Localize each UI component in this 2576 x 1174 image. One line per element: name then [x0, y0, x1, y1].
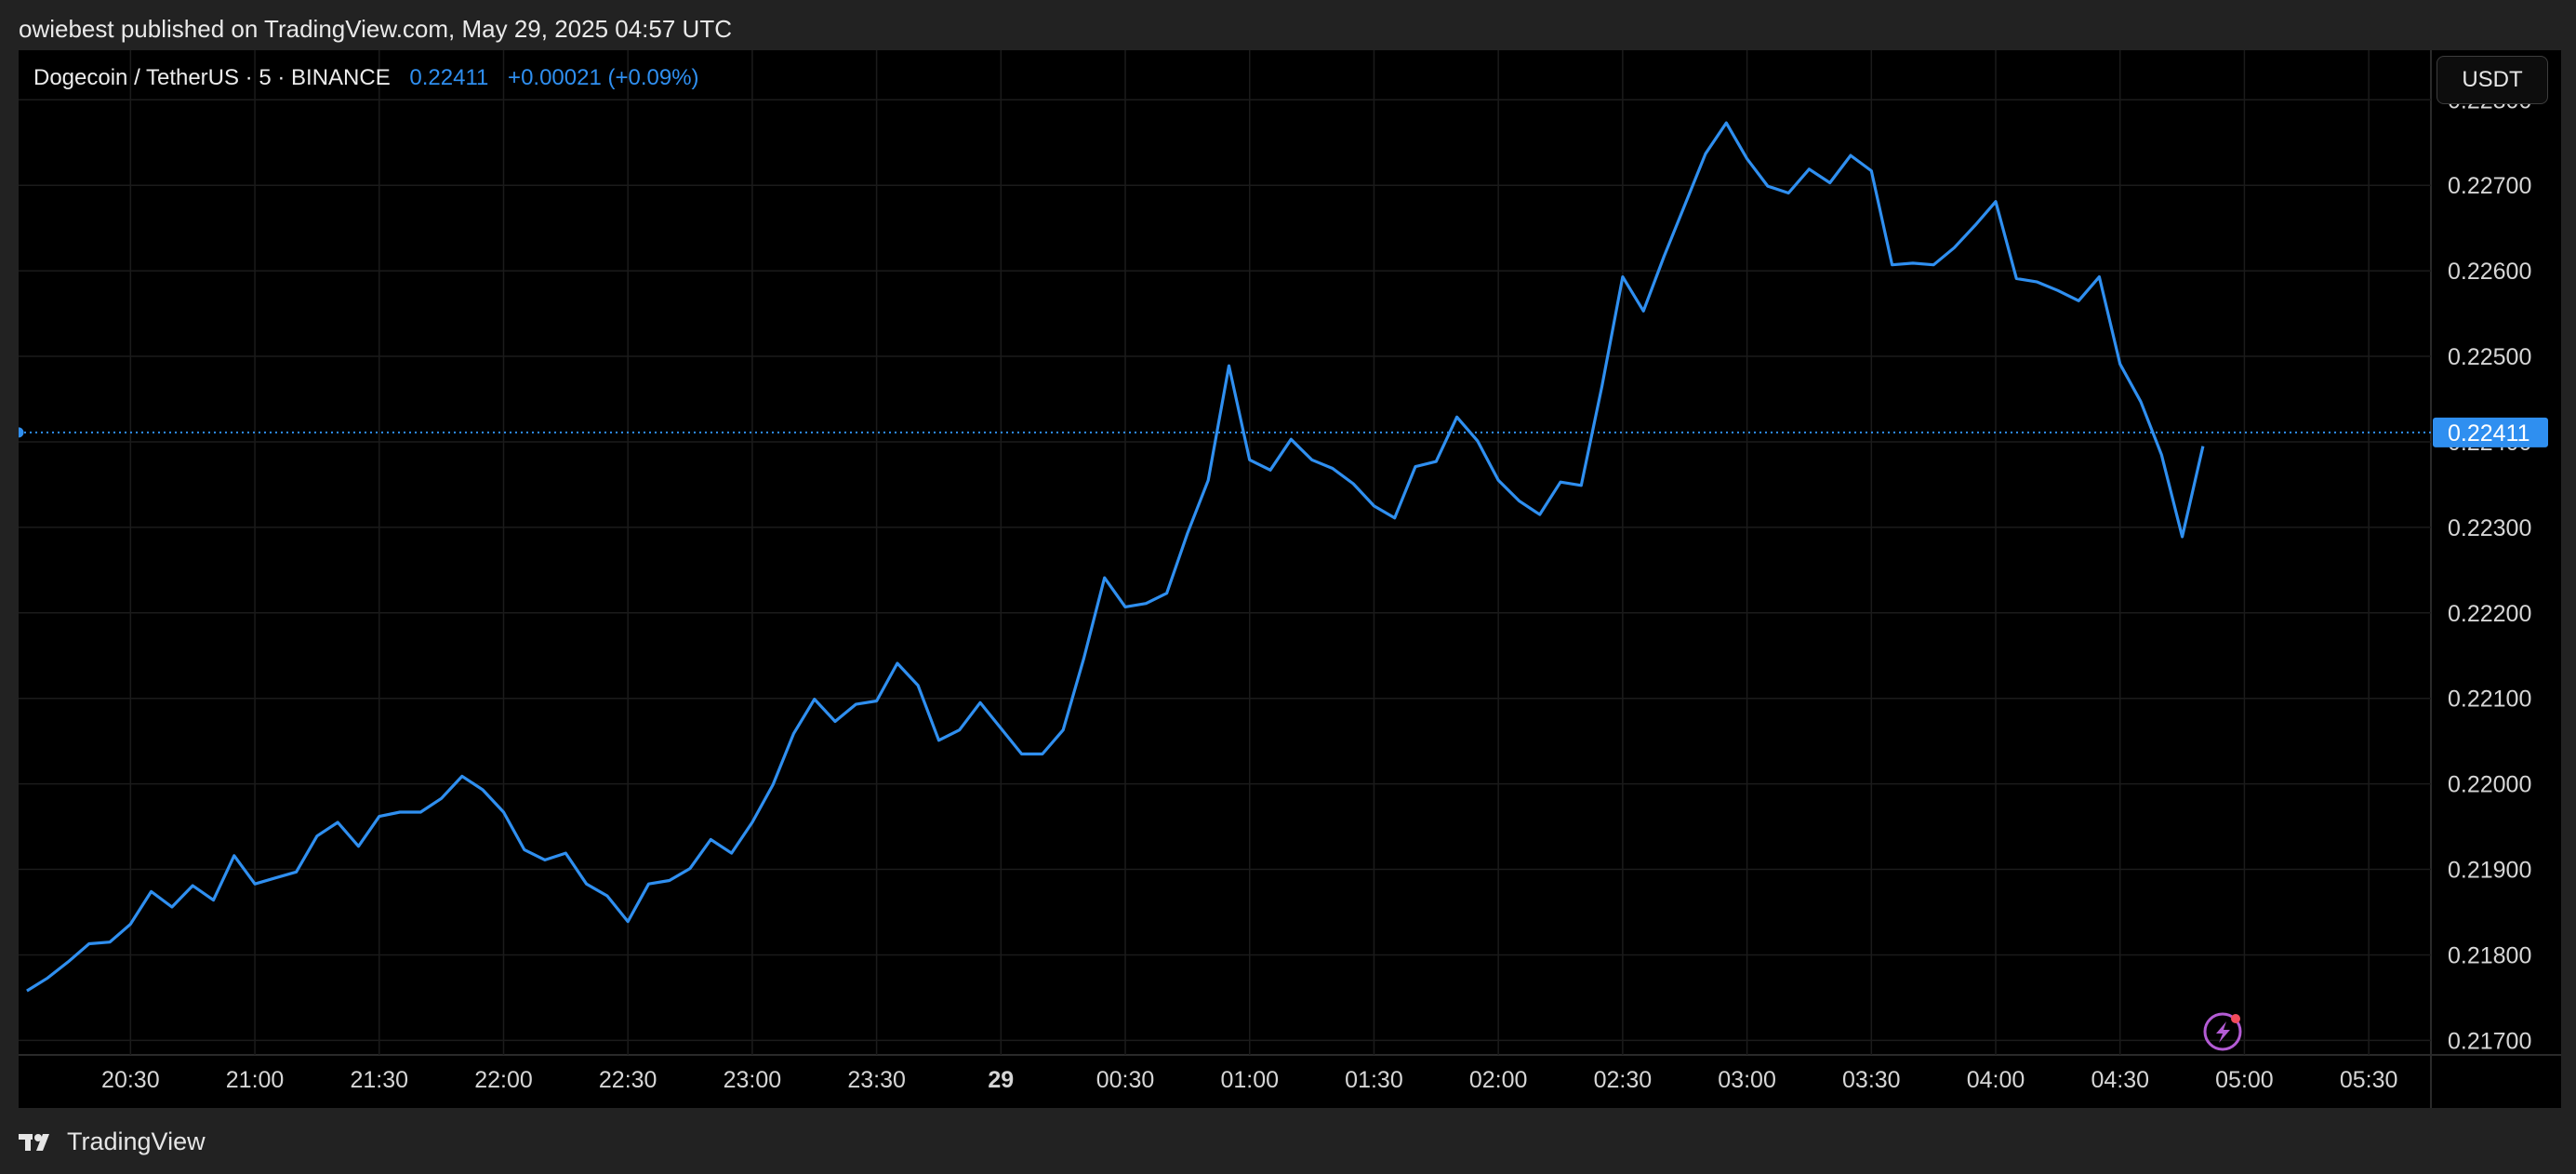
lightning-bolt-icon — [2216, 1021, 2230, 1043]
x-tick-label: 29 — [988, 1067, 1014, 1093]
chart-area[interactable]: 0.228000.227000.226000.225000.224000.223… — [19, 50, 2561, 1108]
y-tick-label: 0.22600 — [2448, 259, 2531, 285]
x-tick-label: 04:30 — [2091, 1067, 2149, 1093]
x-tick-label: 21:00 — [226, 1067, 285, 1093]
x-tick-label: 05:00 — [2215, 1067, 2274, 1093]
currency-button[interactable]: USDT — [2437, 56, 2548, 104]
y-tick-label: 0.21900 — [2448, 858, 2531, 884]
x-tick-label: 03:30 — [1842, 1067, 1901, 1093]
symbol-change: +0.00021 (+0.09%) — [508, 65, 699, 90]
y-tick-label: 0.22300 — [2448, 515, 2531, 541]
x-tick-label: 02:00 — [1469, 1067, 1528, 1093]
tradingview-logo-icon — [19, 1133, 49, 1151]
last-price-dot — [19, 427, 24, 438]
price-chart[interactable]: 0.228000.227000.226000.225000.224000.223… — [19, 50, 2561, 1108]
x-tick-label: 05:30 — [2340, 1067, 2398, 1093]
x-tick-label: 22:00 — [474, 1067, 533, 1093]
last-price-label: 0.22411 — [2448, 420, 2530, 447]
footer-brand[interactable]: TradingView — [19, 1127, 206, 1156]
x-tick-label: 02:30 — [1594, 1067, 1653, 1093]
brand-name: TradingView — [67, 1127, 206, 1155]
symbol-price: 0.22411 — [409, 65, 489, 90]
symbol-info: Dogecoin / TetherUS · 5 · BINANCE 0.2241… — [33, 65, 699, 91]
price-series-line[interactable] — [26, 121, 2205, 993]
published-info: owiebest published on TradingView.com, M… — [19, 15, 732, 43]
x-tick-label: 01:00 — [1220, 1067, 1279, 1093]
x-tick-label: 20:30 — [101, 1067, 160, 1093]
y-tick-label: 0.22500 — [2448, 344, 2531, 370]
y-tick-label: 0.22000 — [2448, 772, 2531, 798]
x-tick-label: 00:30 — [1096, 1067, 1155, 1093]
x-tick-label: 23:00 — [724, 1067, 782, 1093]
y-tick-label: 0.22200 — [2448, 601, 2531, 627]
notification-dot — [2231, 1014, 2240, 1023]
x-tick-label: 21:30 — [350, 1067, 408, 1093]
x-tick-label: 23:30 — [847, 1067, 906, 1093]
page: owiebest published on TradingView.com, M… — [0, 0, 2576, 1174]
x-tick-label: 22:30 — [599, 1067, 657, 1093]
x-tick-label: 04:00 — [1967, 1067, 2025, 1093]
y-tick-label: 0.21700 — [2448, 1028, 2531, 1054]
x-tick-label: 03:00 — [1718, 1067, 1776, 1093]
y-tick-label: 0.22100 — [2448, 687, 2531, 713]
x-tick-label: 01:30 — [1345, 1067, 1403, 1093]
symbol-name[interactable]: Dogecoin / TetherUS · 5 · BINANCE — [33, 65, 391, 90]
y-tick-label: 0.22700 — [2448, 173, 2531, 199]
y-tick-label: 0.21800 — [2448, 942, 2531, 968]
